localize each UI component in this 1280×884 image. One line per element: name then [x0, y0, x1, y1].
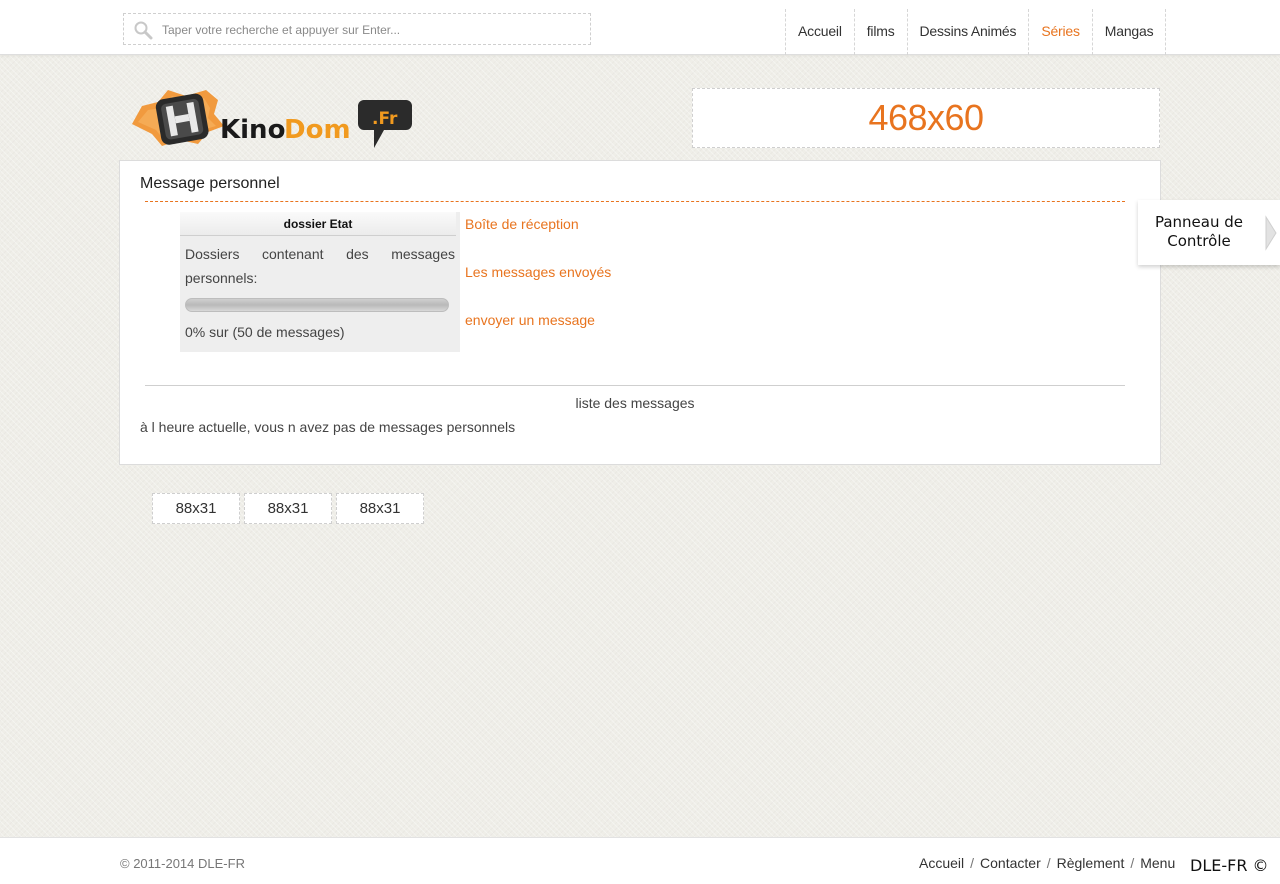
banner-88x31[interactable]: 88x31 — [152, 493, 240, 524]
nav-item-films[interactable]: films — [853, 9, 907, 55]
site-logo[interactable]: Kino Dom .Fr — [128, 84, 418, 150]
footer-separator: / — [1046, 855, 1051, 871]
search-icon — [133, 20, 153, 40]
banner-468x60[interactable]: 468x60 — [692, 88, 1160, 148]
banner-88x31[interactable]: 88x31 — [244, 493, 332, 524]
empty-message-notice: à l heure actuelle, vous n avez pas de m… — [140, 419, 516, 435]
desc-word: des — [346, 246, 369, 262]
message-links: Boîte de réception Les messages envoyés … — [465, 216, 611, 360]
footer-separator: / — [1130, 855, 1135, 871]
desc-word: Dossiers — [185, 246, 240, 262]
list-divider — [145, 385, 1125, 386]
main-nav: Accueil films Dessins Animés Séries Mang… — [785, 9, 1167, 55]
footer-link-contacter[interactable]: Contacter — [980, 855, 1041, 871]
inbox-link[interactable]: Boîte de réception — [465, 216, 611, 264]
copyright-text: © 2011-2014 DLE-FR — [120, 856, 245, 871]
logo-text-dom: Dom — [284, 115, 351, 145]
folder-status-heading: dossier Etat — [180, 212, 456, 236]
title-divider — [145, 201, 1125, 202]
page-title: Message personnel — [140, 175, 280, 192]
dle-fr-badge: DLE-FR © — [1190, 856, 1269, 875]
message-panel: Message personnel dossier Etat Dossiers … — [119, 160, 1161, 465]
logo-badge-fr: .Fr — [372, 109, 398, 129]
nav-item-mangas[interactable]: Mangas — [1091, 9, 1166, 55]
footer: © 2011-2014 DLE-FR Accueil / Contacter /… — [0, 837, 1280, 884]
nav-item-series[interactable]: Séries — [1028, 9, 1091, 55]
message-list-title: liste des messages — [575, 395, 695, 411]
chevron-right-icon — [1264, 215, 1278, 251]
banner-88x31[interactable]: 88x31 — [336, 493, 424, 524]
folder-usage-count: 0% sur (50 de messages) — [185, 324, 345, 340]
folder-usage-progress-bar — [185, 298, 449, 312]
footer-nav: Accueil / Contacter / Règlement / Menu — [919, 855, 1175, 871]
folder-status-box: dossier Etat Dossiers contenant des mess… — [180, 212, 460, 352]
desc-word: contenant — [262, 246, 324, 262]
logo-text-kino: Kino — [220, 115, 285, 145]
control-panel-label-line1: Panneau de — [1154, 213, 1244, 231]
nav-item-dessins-animes[interactable]: Dessins Animés — [906, 9, 1029, 55]
search-box[interactable] — [123, 13, 591, 45]
control-panel-label-line2: Contrôle — [1167, 232, 1231, 250]
search-input[interactable] — [162, 20, 582, 40]
desc-word: messages — [391, 246, 455, 262]
sent-messages-link[interactable]: Les messages envoyés — [465, 264, 611, 312]
nav-item-accueil[interactable]: Accueil — [785, 9, 854, 55]
control-panel-tab[interactable]: Panneau de Contrôle — [1138, 200, 1280, 265]
folder-status-description: Dossiers contenant des messages personne… — [185, 242, 455, 290]
desc-line2: personnels: — [185, 270, 258, 286]
banner-468x60-label: 468x60 — [868, 97, 984, 138]
footer-link-reglement[interactable]: Règlement — [1057, 855, 1125, 871]
footer-link-accueil[interactable]: Accueil — [919, 855, 964, 871]
top-bar: Accueil films Dessins Animés Séries Mang… — [0, 0, 1280, 55]
compose-message-link[interactable]: envoyer un message — [465, 312, 611, 360]
footer-separator: / — [970, 855, 975, 871]
footer-link-menu[interactable]: Menu — [1140, 855, 1175, 871]
